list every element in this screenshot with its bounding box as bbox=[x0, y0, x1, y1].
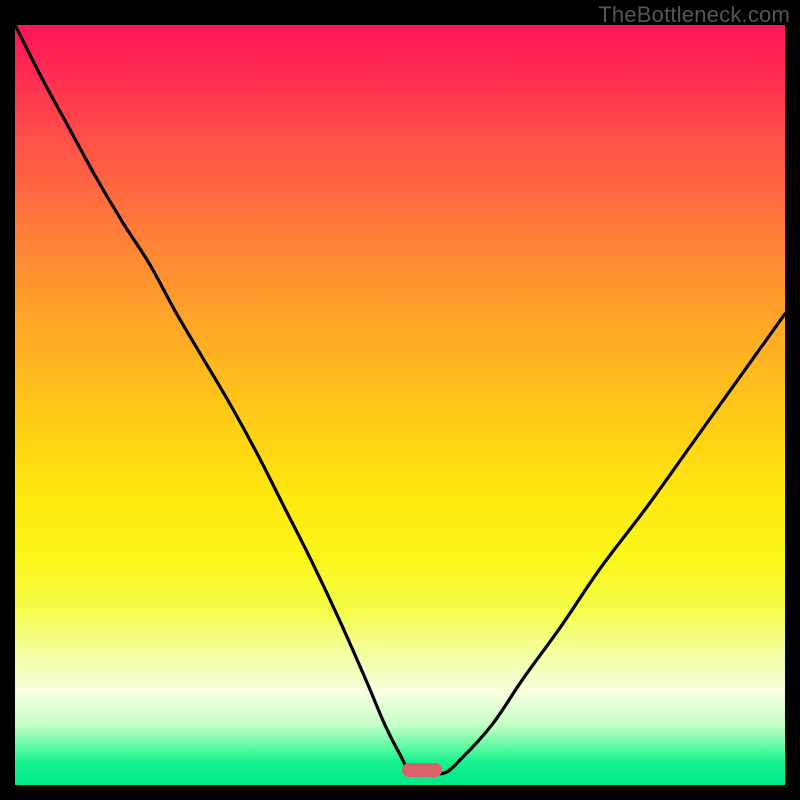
bottleneck-curve-left bbox=[15, 25, 423, 774]
watermark-text: TheBottleneck.com bbox=[598, 2, 790, 28]
chart-curve-svg bbox=[15, 25, 785, 785]
optimal-marker bbox=[402, 763, 442, 777]
chart-plot-area bbox=[15, 25, 785, 785]
chart-stage: TheBottleneck.com bbox=[0, 0, 800, 800]
bottleneck-curve-right bbox=[423, 314, 785, 774]
